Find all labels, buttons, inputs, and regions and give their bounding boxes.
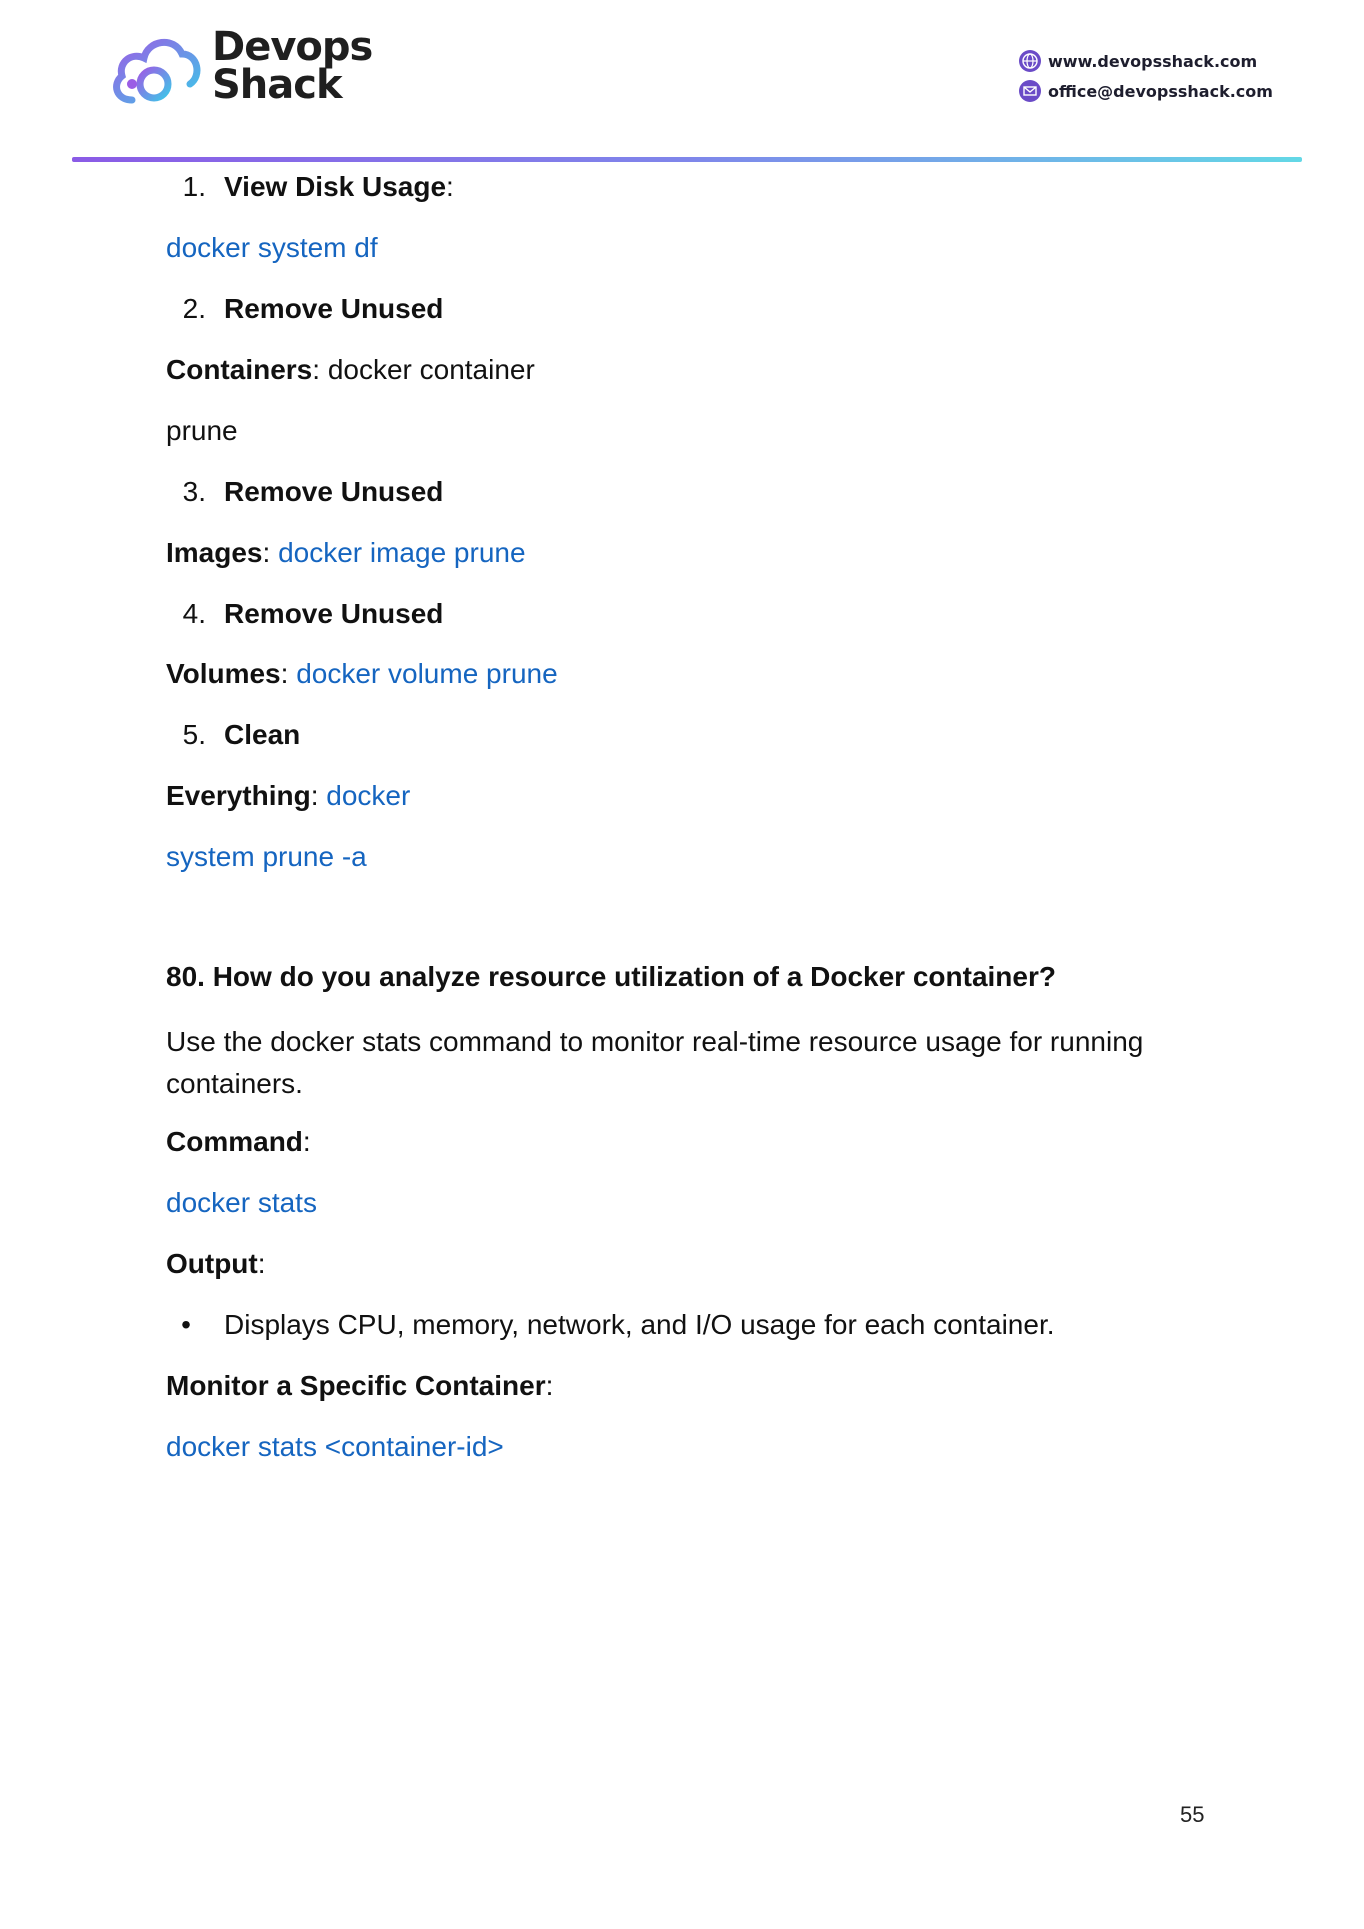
label-volumes: Volumes [166,658,281,689]
colon: : [257,1248,266,1279]
output-line: Output: [166,1247,266,1281]
cloud-logo-icon [113,38,201,104]
colon: : [302,1126,311,1157]
label-command: Command [166,1126,303,1157]
colon: : [262,537,279,568]
code-docker-system-df: docker system df [166,232,378,263]
list-item-label: View Disk Usage [224,171,447,202]
label-output: Output [166,1248,258,1279]
list-item-remove-volumes: 4. Remove Unused [166,597,444,631]
page-number: 55 [1180,1802,1205,1827]
list-item-view-disk-usage: 1. View Disk Usage: [166,170,454,204]
code-docker-stats-container: docker stats <container-id> [166,1431,504,1462]
list-item-remove-images: 3. Remove Unused [166,475,444,509]
list-number: 5. [182,719,206,750]
code-docker-volume-prune: docker volume prune [296,658,558,689]
list-number: 4. [182,598,206,629]
question-heading: 80. How do you analyze resource utilizat… [166,961,1056,992]
logo: Devops Shack [108,26,373,116]
logo-text-devops: Devops [212,24,373,70]
code-docker: docker [326,780,411,811]
code-docker-stats: docker stats [166,1187,317,1218]
document-page: Devops Shack www.devopsshack.com office@… [0,0,1364,1929]
header-divider [72,157,1302,162]
colon: : [545,1370,554,1401]
label-monitor: Monitor a Specific Container [166,1370,546,1401]
mail-icon [1019,80,1041,102]
monitor-line: Monitor a Specific Container: [166,1369,553,1403]
list-number: 3. [182,476,206,507]
images-line: Images: docker image prune [166,536,526,570]
list-number: 2. [182,293,206,324]
list-item-clean-everything: 5. Clean [166,718,301,752]
list-number: 1. [182,171,206,202]
list-item-label: Remove Unused [224,598,444,629]
logo-text-shack: Shack [212,62,343,108]
volumes-line: Volumes: docker volume prune [166,657,558,691]
label-everything: Everything [166,780,311,811]
list-item-remove-containers: 2. Remove Unused [166,292,444,326]
containers-line: Containers: docker container [166,353,535,387]
everything-line: Everything: docker [166,779,410,813]
bullet: • [181,1309,191,1340]
list-item-label: Clean [224,719,301,750]
output-bullet-item: • Displays CPU, memory, network, and I/O … [166,1308,1055,1342]
command-line: Command: [166,1125,311,1159]
colon: : [280,658,297,689]
label-containers: Containers [166,354,313,385]
colon: : [312,354,328,385]
bullet-text: Displays CPU, memory, network, and I/O u… [224,1309,1055,1340]
email-link[interactable]: office@devopsshack.com [1048,82,1273,101]
colon: : [446,171,454,202]
list-item-label: Remove Unused [224,293,444,324]
text-docker-container: docker container [327,354,535,385]
globe-icon [1019,50,1041,72]
code-docker-image-prune: docker image prune [278,537,526,568]
colon: : [310,780,327,811]
website-link[interactable]: www.devopsshack.com [1048,52,1257,71]
text-prune: prune [166,415,238,446]
label-images: Images [166,537,263,568]
code-system-prune: system prune -a [166,841,367,872]
contact-info: www.devopsshack.com office@devopsshack.c… [1018,46,1273,106]
list-item-label: Remove Unused [224,476,444,507]
intro-paragraph: Use the docker stats command to monitor … [166,1026,1144,1099]
